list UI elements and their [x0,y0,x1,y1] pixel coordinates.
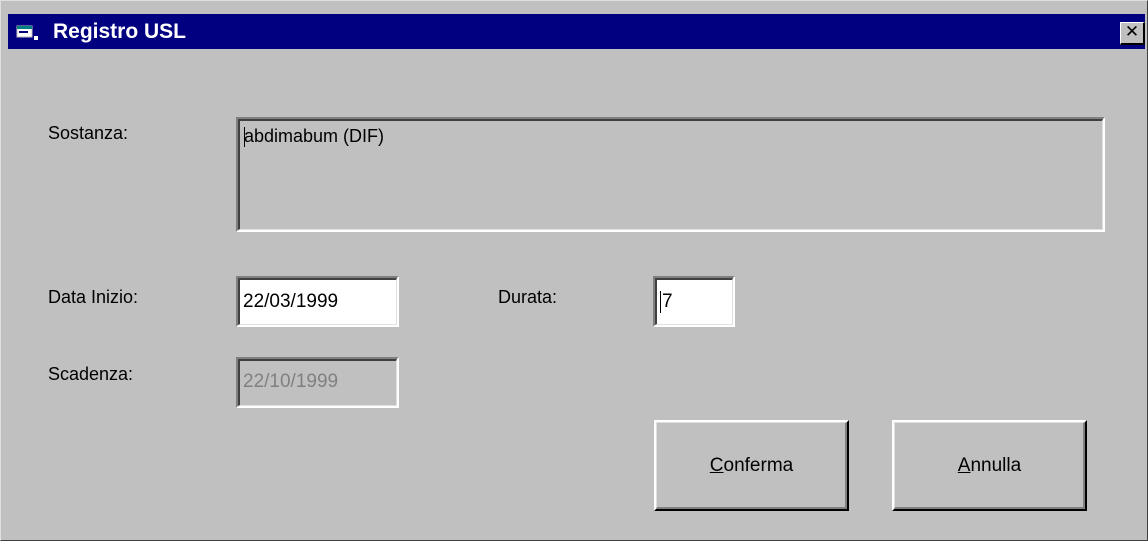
durata-bevel: 7 [655,278,733,325]
scadenza-input: 22/10/1999 [236,357,399,408]
registro-usl-dialog: Registro USL ✕ Sostanza: abdimabum (DIF)… [0,0,1148,541]
cancel-button[interactable]: Annulla [892,420,1087,511]
cancel-mnemonic: A [957,454,971,476]
close-icon: ✕ [1124,22,1140,42]
durata-input[interactable]: 7 [653,276,735,327]
window-title: Registro USL [53,20,187,43]
text-caret [660,291,661,313]
scadenza-value: 22/10/1999 [243,371,339,392]
cancel-label-rest: nnulla [970,454,1022,476]
sostanza-value: abdimabum (DIF) [244,126,385,146]
data-inizio-value: 22/03/1999 [243,291,339,312]
confirm-button[interactable]: Conferma [654,420,849,511]
data-inizio-bevel: 22/03/1999 [238,278,397,325]
data-inizio-label: Data Inizio: [48,287,139,307]
sostanza-memo-bevel: abdimabum (DIF) [238,119,1103,230]
close-button[interactable]: ✕ [1120,22,1145,45]
durata-value: 7 [662,291,673,312]
scadenza-label: Scadenza: [48,364,134,384]
confirm-label-rest: onferma [723,454,794,476]
cancel-button-label: Annulla [894,455,1085,477]
title-bar[interactable]: Registro USL ✕ [8,14,1145,49]
confirm-mnemonic: C [709,454,724,476]
app-window-icon [16,25,38,40]
data-inizio-input[interactable]: 22/03/1999 [236,276,399,327]
durata-label: Durata: [498,287,558,307]
sostanza-label: Sostanza: [48,123,129,143]
scadenza-bevel: 22/10/1999 [238,359,397,406]
sostanza-memo[interactable]: abdimabum (DIF) [236,117,1105,232]
confirm-button-label: Conferma [656,455,847,477]
